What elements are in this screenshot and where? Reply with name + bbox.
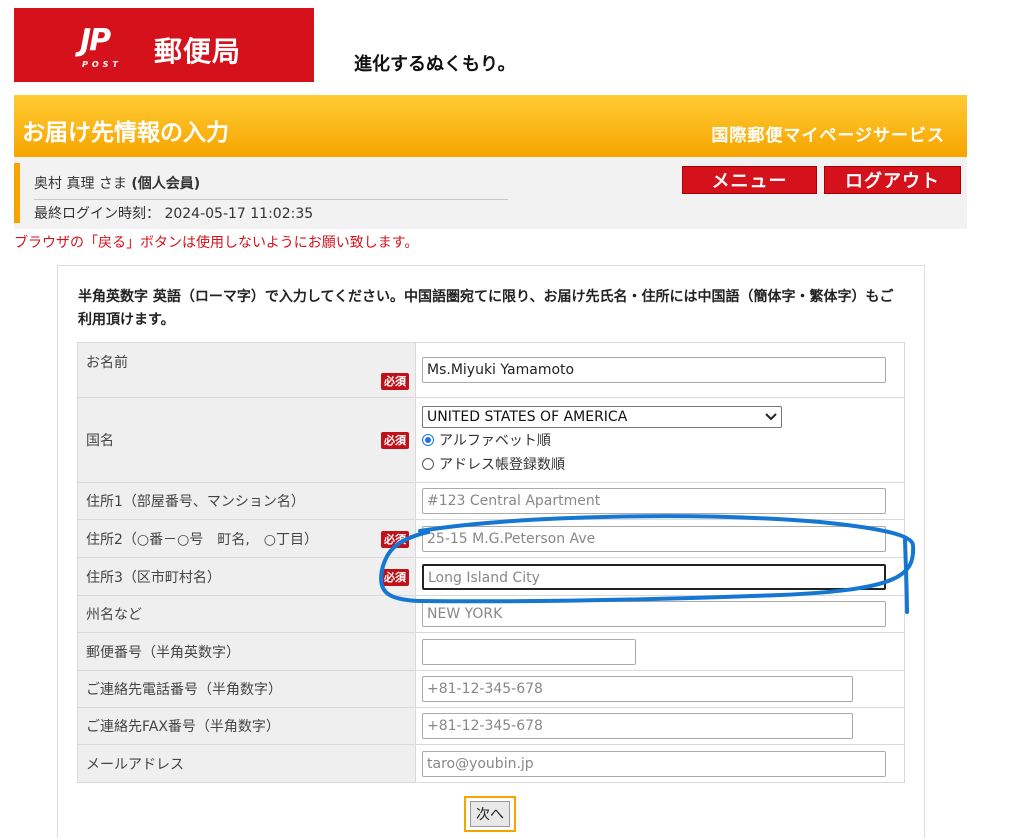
address3-input[interactable]: Long Island City	[422, 563, 886, 590]
country-label-cell: 国名 必須	[77, 397, 416, 483]
postal-input[interactable]	[422, 638, 636, 665]
phone-label-cell: ご連絡先電話番号（半角数字）	[77, 670, 416, 708]
name-value-cell: Ms.Miyuki Yamamoto	[415, 342, 905, 398]
postal-value-cell	[415, 632, 905, 671]
chevron-down-icon	[765, 409, 777, 425]
required-badge: 必須	[381, 432, 409, 449]
service-name: 国際郵便マイページサービス	[711, 126, 945, 146]
state-label: 州名など	[86, 607, 142, 623]
logo-text[interactable]: 郵便局	[154, 30, 241, 70]
country-value-cell: UNITED STATES OF AMERICA アルファベット順 アドレス帳登…	[415, 397, 905, 483]
address2-label: 住所2（○番－○号 町名, ○丁目）	[86, 531, 319, 548]
fax-input[interactable]: +81-12-345-678	[422, 713, 853, 739]
radio-alphabetical[interactable]: アルファベット順	[422, 428, 898, 452]
radio-addressbook-label: アドレス帳登録数順	[439, 457, 565, 473]
address1-value-cell: #123 Central Apartment	[415, 482, 905, 520]
address3-value-cell: Long Island City	[415, 557, 905, 596]
page-title: お届け先情報の入力	[22, 120, 229, 146]
logo-post-text: POST	[82, 60, 122, 69]
fax-label-cell: ご連絡先FAX番号（半角数字）	[77, 707, 416, 745]
last-login-value: 2024-05-17 11:02:35	[164, 206, 314, 222]
form-row-state: 州名など NEW YORK	[77, 595, 905, 633]
tagline: 進化するぬくもり。	[354, 54, 516, 75]
radio-addressbook[interactable]: アドレス帳登録数順	[422, 452, 898, 476]
name-label-cell: お名前 必須	[77, 342, 416, 398]
form-row-address2: 住所2（○番－○号 町名, ○丁目） 必須 25-15 M.G.Peterson…	[77, 519, 905, 558]
form-row-postal: 郵便番号（半角英数字）	[77, 632, 905, 671]
required-badge: 必須	[381, 569, 409, 586]
form-row-country: 国名 必須 UNITED STATES OF AMERICA アルファベット順 …	[77, 397, 905, 483]
user-bar-accent	[14, 163, 20, 223]
phone-value-cell: +81-12-345-678	[415, 670, 905, 708]
back-button-warning: ブラウザの「戻る」ボタンは使用しないようにお願い致します。	[14, 235, 419, 251]
postal-label: 郵便番号（半角英数字）	[86, 644, 240, 661]
address3-label-cell: 住所3（区市町村名） 必須	[77, 557, 416, 596]
radio-alphabetical-label: アルファベット順	[439, 433, 551, 449]
radio-unselected-icon[interactable]	[422, 458, 434, 470]
divider	[34, 199, 508, 200]
state-value-cell: NEW YORK	[415, 595, 905, 633]
last-login: 最終ログイン時刻： 2024-05-17 11:02:35	[34, 203, 313, 223]
email-input[interactable]: taro@youbin.jp	[422, 750, 886, 777]
form-row-address3: 住所3（区市町村名） 必須 Long Island City	[77, 557, 905, 596]
last-login-label: 最終ログイン時刻：	[34, 206, 160, 222]
phone-input[interactable]: +81-12-345-678	[422, 676, 853, 702]
address1-label-cell: 住所1（部屋番号、マンション名）	[77, 482, 416, 520]
page-banner: お届け先情報の入力 国際郵便マイページサービス	[14, 95, 967, 157]
logout-button[interactable]: ログアウト	[824, 166, 961, 194]
address2-value-cell: 25-15 M.G.Peterson Ave	[415, 519, 905, 558]
required-badge: 必須	[381, 531, 409, 548]
form-row-name: お名前 必須 Ms.Miyuki Yamamoto	[77, 342, 905, 398]
state-label-cell: 州名など	[77, 595, 416, 633]
user-name: 奥村 真理 さま (個人会員)	[34, 173, 200, 193]
address2-input[interactable]: 25-15 M.G.Peterson Ave	[422, 525, 886, 552]
form-row-fax: ご連絡先FAX番号（半角数字） +81-12-345-678	[77, 707, 905, 745]
fax-label: ご連絡先FAX番号（半角数字）	[86, 719, 280, 735]
form-row-phone: ご連絡先電話番号（半角数字） +81-12-345-678	[77, 670, 905, 708]
form-row-email: メールアドレス taro@youbin.jp	[77, 744, 905, 783]
form-panel: 半角英数字 英語（ローマ字）で入力してください。中国語圏宛てに限り、お届け先氏名…	[57, 265, 925, 838]
form-instructions: 半角英数字 英語（ローマ字）で入力してください。中国語圏宛てに限り、お届け先氏名…	[78, 289, 894, 328]
state-input[interactable]: NEW YORK	[422, 601, 886, 627]
name-label: お名前	[86, 355, 128, 371]
menu-button[interactable]: メニュー	[682, 166, 817, 194]
phone-label: ご連絡先電話番号（半角数字）	[86, 682, 282, 698]
fax-value-cell: +81-12-345-678	[415, 707, 905, 745]
country-select[interactable]: UNITED STATES OF AMERICA	[422, 406, 782, 428]
jp-post-logo-icon[interactable]: JP	[80, 26, 136, 60]
country-selected: UNITED STATES OF AMERICA	[427, 409, 628, 425]
email-value-cell: taro@youbin.jp	[415, 744, 905, 783]
name-input[interactable]: Ms.Miyuki Yamamoto	[422, 357, 886, 383]
next-button[interactable]: 次へ	[470, 801, 510, 827]
next-button-focus-ring[interactable]: 次へ	[464, 796, 516, 832]
user-bar: 奥村 真理 さま (個人会員) 最終ログイン時刻： 2024-05-17 11:…	[14, 157, 967, 229]
required-badge: 必須	[381, 373, 409, 390]
radio-selected-icon[interactable]	[422, 434, 434, 446]
email-label-cell: メールアドレス	[77, 744, 416, 783]
address3-label: 住所3（区市町村名）	[86, 569, 221, 586]
recipient-form: お名前 必須 Ms.Miyuki Yamamoto 国名 必須 UNITED S…	[77, 342, 905, 783]
member-type: (個人会員)	[131, 176, 201, 192]
site-header: JP POST 郵便局 進化するぬくもり。	[14, 8, 967, 82]
address1-label: 住所1（部屋番号、マンション名）	[86, 494, 305, 510]
user-name-text: 奥村 真理 さま	[34, 176, 127, 192]
postal-label-cell: 郵便番号（半角英数字）	[77, 632, 416, 671]
country-label: 国名	[86, 433, 114, 449]
address2-label-cell: 住所2（○番－○号 町名, ○丁目） 必須	[77, 519, 416, 558]
email-label: メールアドレス	[86, 756, 184, 773]
form-row-address1: 住所1（部屋番号、マンション名） #123 Central Apartment	[77, 482, 905, 520]
address1-input[interactable]: #123 Central Apartment	[422, 488, 886, 514]
